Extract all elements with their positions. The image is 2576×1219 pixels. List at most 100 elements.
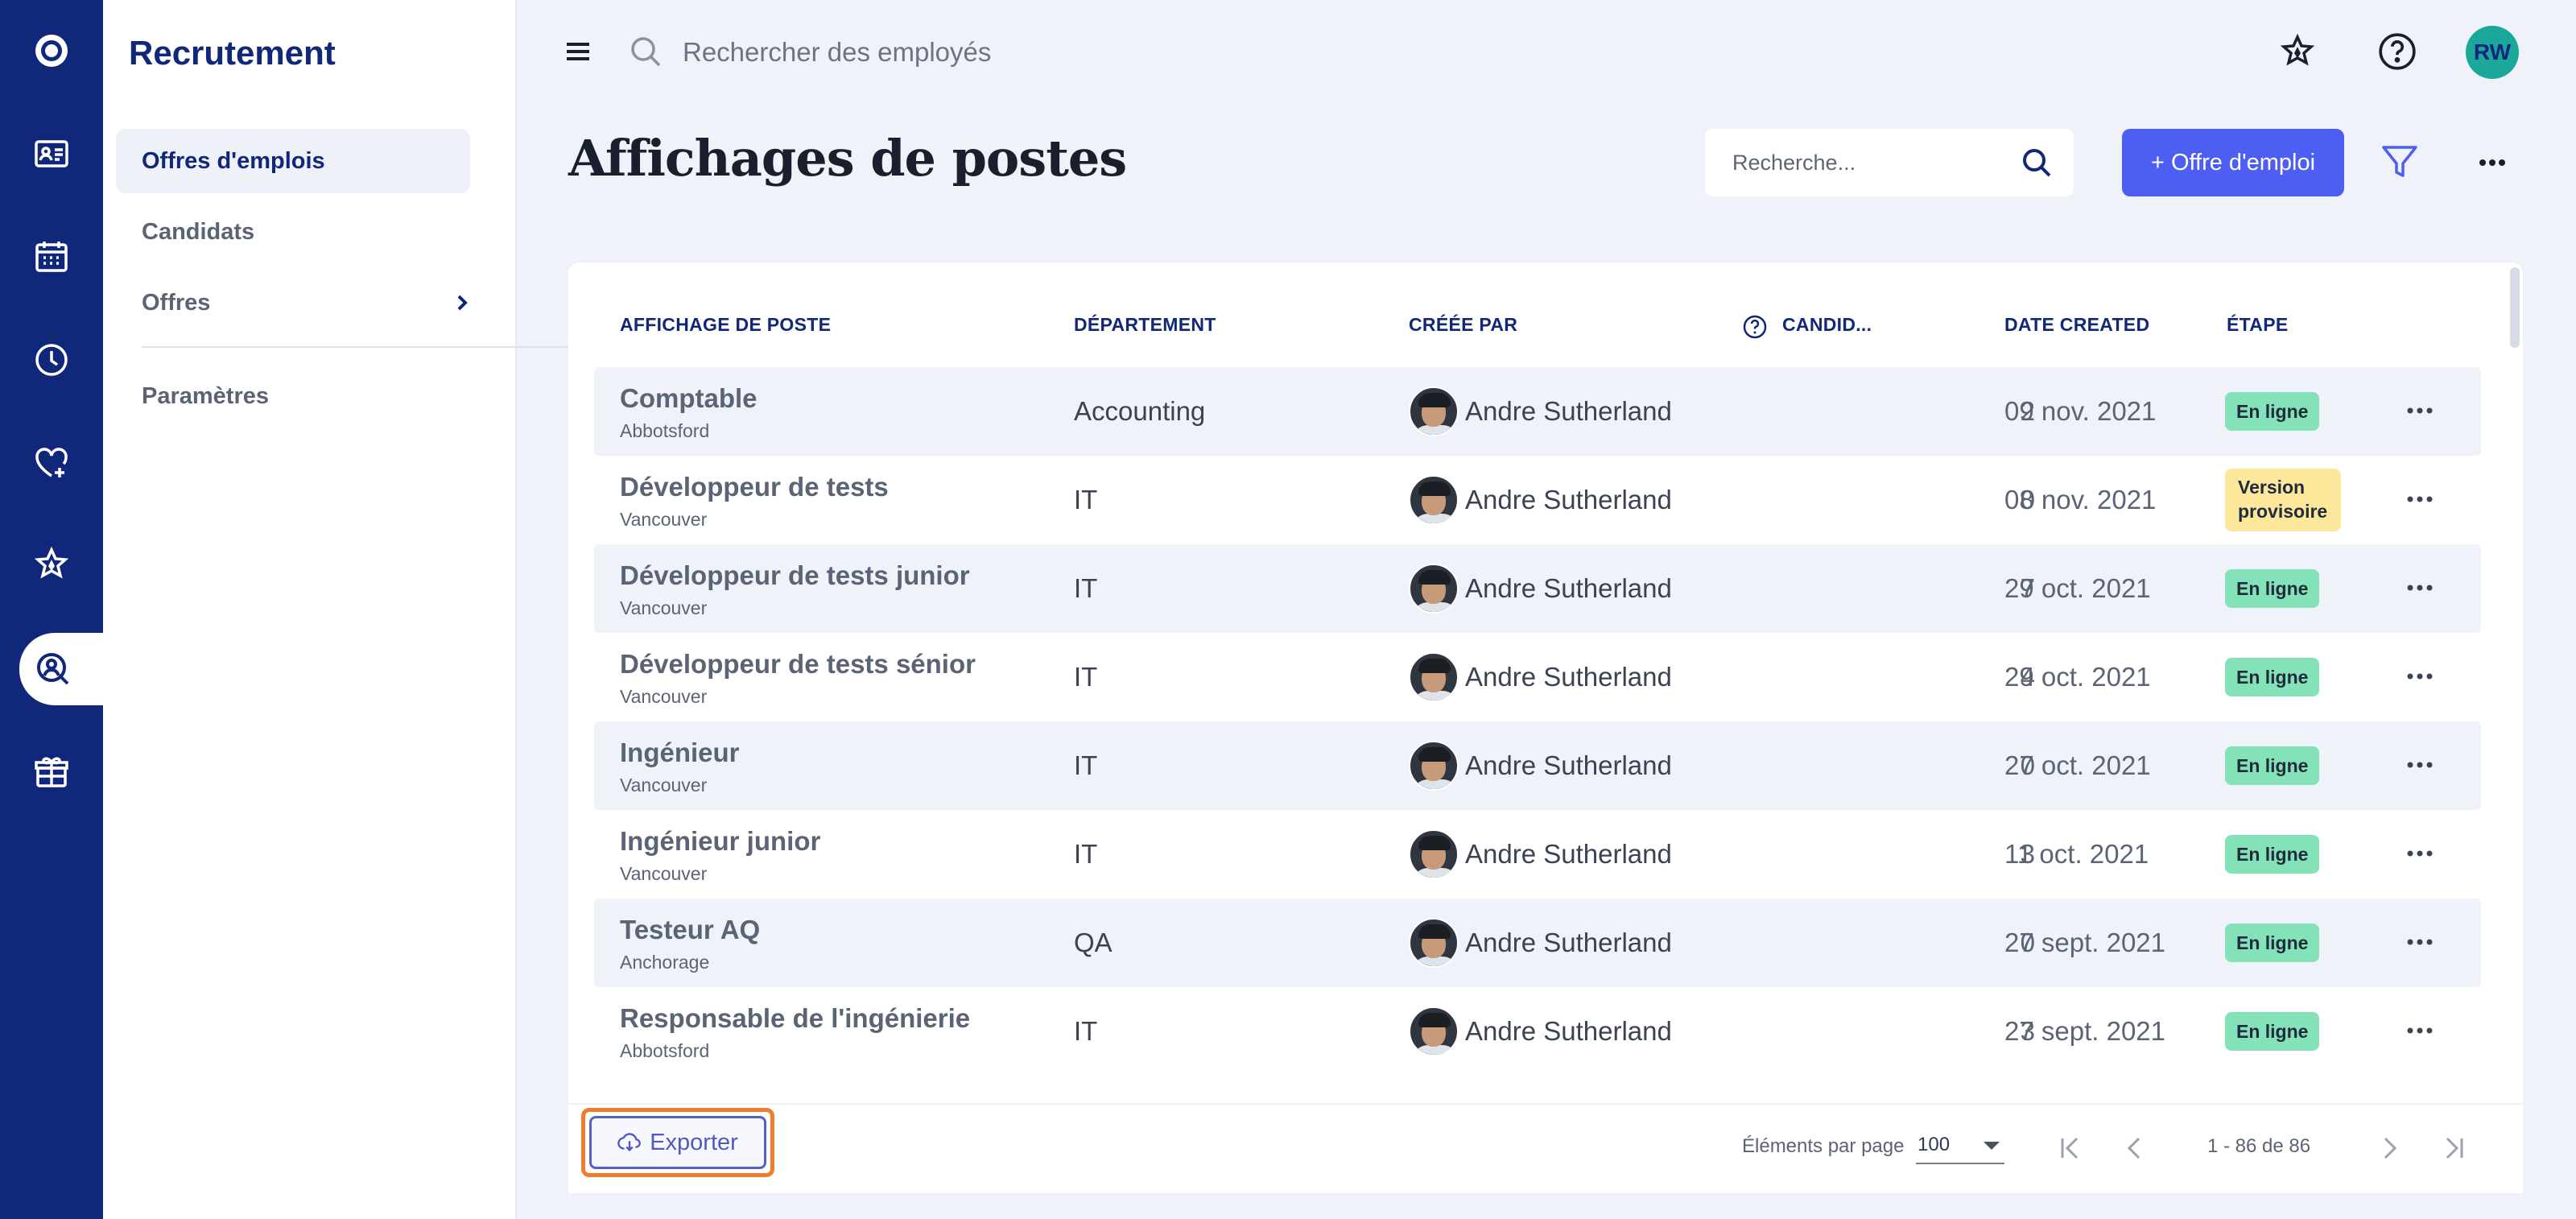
column-header-created-by[interactable]: CRÉÉE PAR [1409, 314, 1517, 336]
date-created: 27 sept. 2021 [2004, 1016, 2165, 1046]
heart-plus-icon[interactable] [0, 427, 103, 499]
column-header-department[interactable]: DÉPARTEMENT [1074, 314, 1216, 336]
creator-name: Andre Sutherland [1465, 750, 1672, 780]
created-by: Andre Sutherland [1409, 386, 1672, 436]
favorites-icon[interactable] [2275, 29, 2320, 74]
creator-name: Andre Sutherland [1465, 396, 1672, 426]
date-created: 29 oct. 2021 [2004, 573, 2151, 603]
items-per-page-value: 100 [1918, 1134, 1951, 1155]
search-icon[interactable] [2019, 145, 2054, 180]
table-row[interactable]: Testeur AQ Anchorage QA Andre Sutherland 0 27… [594, 899, 2481, 987]
status-badge: En ligne [2225, 392, 2320, 431]
table-row[interactable]: Développeur de tests sénior Vancouver IT An… [594, 633, 2481, 721]
table-row[interactable]: Ingénieur Vancouver IT Andre Sutherland 0 27 … [594, 721, 2481, 810]
help-circle-icon[interactable] [1742, 314, 1768, 340]
date-created: 27 oct. 2021 [2004, 750, 2151, 780]
column-header-date-created[interactable]: DATE CREATED [2004, 314, 2149, 336]
table-row[interactable]: Ingénieur junior Vancouver IT Andre Sutherl… [594, 810, 2481, 899]
sub-navigation: Recrutement Offres d'emplois Candidats O… [103, 0, 581, 1219]
subnav-item-label: Candidats [142, 218, 255, 245]
next-page-icon[interactable] [2372, 1130, 2407, 1166]
row-more-icon[interactable] [2404, 932, 2436, 952]
employee-search-input[interactable] [683, 32, 1327, 72]
subnav-item-label: Paramètres [142, 382, 269, 409]
job-search-input[interactable] [1732, 145, 2006, 180]
job-location: Abbotsford [620, 420, 710, 441]
job-location: Vancouver [620, 863, 708, 884]
help-icon[interactable] [2375, 29, 2420, 74]
export-button[interactable]: Exporter [589, 1116, 766, 1169]
job-department: Accounting [1074, 396, 1206, 426]
new-job-offer-button[interactable]: + Offre d'emploi [2122, 129, 2344, 196]
table-row[interactable]: Comptable Abbotsford Accounting Andre Suthe… [594, 367, 2481, 456]
table-row[interactable]: Développeur de tests junior Vancouver IT An… [594, 544, 2481, 633]
row-more-icon[interactable] [2404, 667, 2436, 686]
status-badge: En ligne [2225, 569, 2320, 608]
job-department: QA [1074, 928, 1113, 957]
filter-icon[interactable] [2378, 140, 2421, 184]
subnav-item-settings[interactable]: Paramètres [116, 364, 470, 428]
job-title[interactable]: Comptable [620, 383, 758, 414]
row-more-icon[interactable] [2404, 844, 2436, 863]
row-more-icon[interactable] [2404, 755, 2436, 775]
job-title[interactable]: Testeur AQ [620, 915, 760, 945]
row-more-icon[interactable] [2404, 1021, 2436, 1040]
job-department: IT [1074, 662, 1098, 692]
first-page-icon[interactable] [2053, 1130, 2088, 1166]
gift-icon[interactable] [0, 736, 103, 808]
job-department: IT [1074, 485, 1098, 514]
subnav-item-offers[interactable]: Offres [116, 271, 470, 335]
subnav-item-label: Offres d'emplois [142, 147, 325, 174]
page-title: Affichages de postes [568, 129, 1127, 188]
pagination-range: 1 - 86 de 86 [2207, 1135, 2311, 1157]
items-per-page-select[interactable]: 100 [1916, 1127, 2004, 1164]
created-by: Andre Sutherland [1409, 652, 1672, 702]
job-title[interactable]: Responsable de l'ingénierie [620, 1003, 970, 1034]
status-badge: En ligne [2225, 835, 2320, 874]
app-rail [0, 0, 103, 1219]
clock-icon[interactable] [0, 324, 103, 396]
creator-name: Andre Sutherland [1465, 1016, 1672, 1046]
avatar [1409, 829, 1459, 879]
column-header-candidates[interactable]: CANDID... [1782, 314, 1872, 336]
date-created: 11 oct. 2021 [2004, 839, 2149, 869]
row-more-icon[interactable] [2404, 490, 2436, 509]
column-header-job-posting[interactable]: AFFICHAGE DE POSTE [620, 314, 831, 336]
job-department: IT [1074, 839, 1098, 869]
subnav-item-candidates[interactable]: Candidats [116, 200, 470, 264]
table-row[interactable]: Responsable de l'ingénierie Abbotsford IT A… [594, 987, 2481, 1076]
more-options-icon[interactable] [2471, 142, 2513, 184]
job-title[interactable]: Ingénieur junior [620, 826, 820, 857]
user-avatar[interactable]: RW [2466, 26, 2519, 79]
job-title[interactable]: Ingénieur [620, 738, 740, 768]
logo-icon[interactable] [0, 14, 103, 87]
creator-name: Andre Sutherland [1465, 485, 1672, 514]
job-location: Vancouver [620, 686, 708, 707]
user-search-icon[interactable] [19, 633, 103, 705]
job-title[interactable]: Développeur de tests sénior [620, 649, 976, 680]
table-row[interactable]: Développeur de tests Vancouver IT Andre Sut… [594, 456, 2481, 544]
date-created: 27 sept. 2021 [2004, 928, 2165, 957]
id-card-icon[interactable] [0, 118, 103, 190]
date-created: 08 nov. 2021 [2004, 485, 2157, 514]
status-badge: En ligne [2225, 658, 2320, 696]
previous-page-icon[interactable] [2117, 1130, 2153, 1166]
creator-name: Andre Sutherland [1465, 839, 1672, 869]
job-location: Vancouver [620, 509, 708, 530]
job-title[interactable]: Développeur de tests [620, 472, 889, 502]
menu-icon[interactable] [562, 35, 594, 68]
subnav-item-job-offers[interactable]: Offres d'emplois [116, 129, 470, 193]
column-header-stage[interactable]: ÉTAPE [2227, 314, 2288, 336]
created-by: Andre Sutherland [1409, 741, 1672, 791]
creator-name: Andre Sutherland [1465, 573, 1672, 603]
row-more-icon[interactable] [2404, 578, 2436, 597]
row-more-icon[interactable] [2404, 401, 2436, 420]
scrollbar[interactable] [2510, 267, 2520, 348]
star-icon[interactable] [0, 528, 103, 601]
last-page-icon[interactable] [2436, 1130, 2471, 1166]
cloud-download-icon [617, 1133, 642, 1152]
job-title[interactable]: Développeur de tests junior [620, 560, 970, 591]
created-by: Andre Sutherland [1409, 918, 1672, 968]
calendar-icon[interactable] [0, 221, 103, 293]
status-badge: En ligne [2225, 1012, 2320, 1051]
